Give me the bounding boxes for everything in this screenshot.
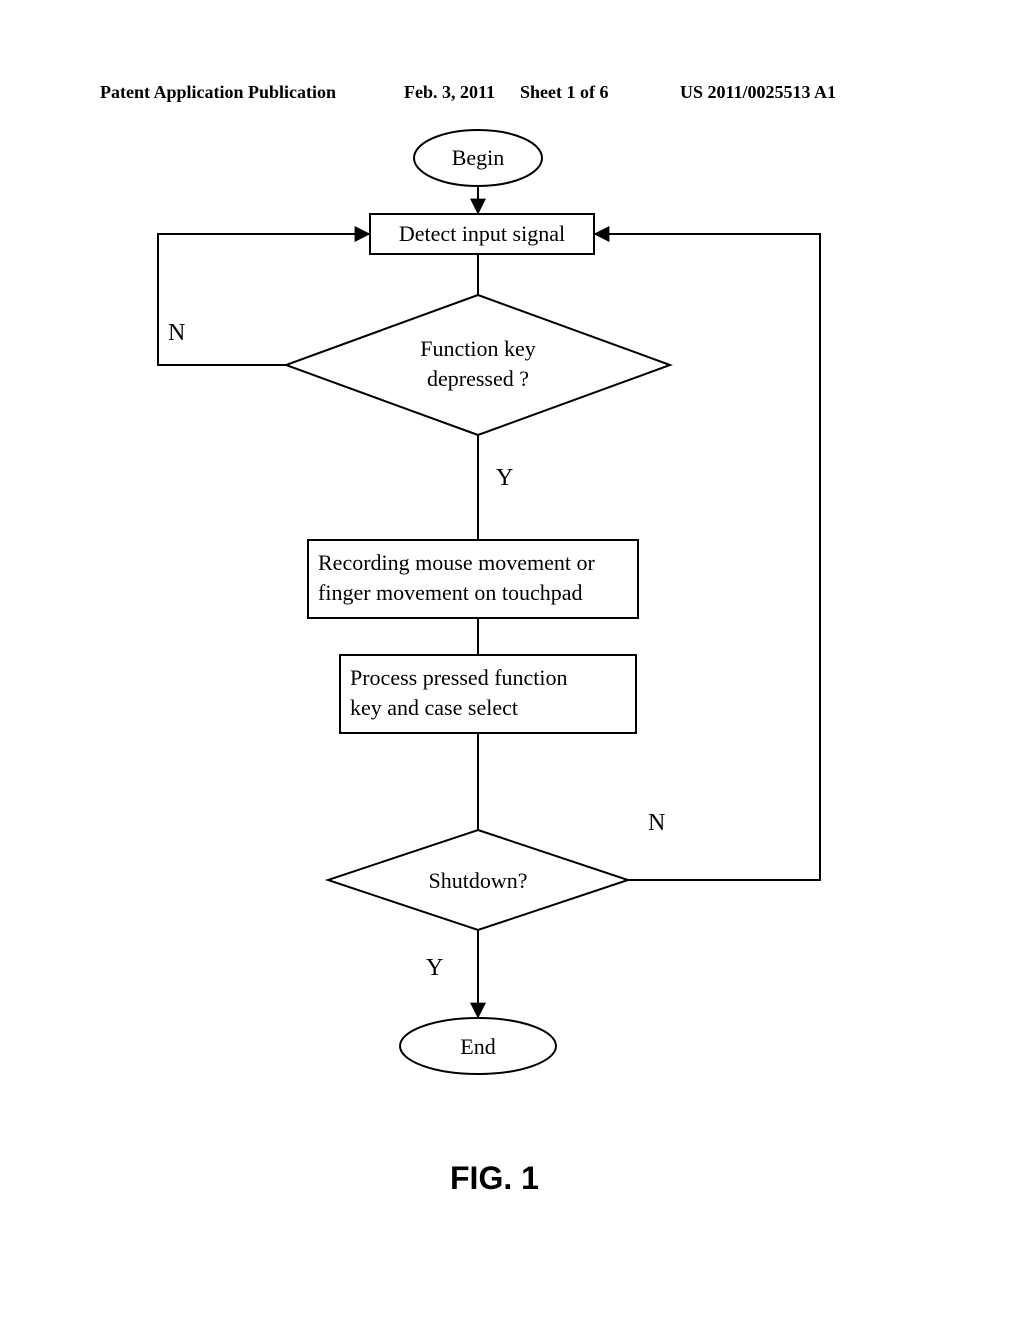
d1-no-label: N (168, 320, 185, 346)
d2-yes-label: Y (426, 955, 443, 981)
record-line1: Recording mouse movement or (318, 550, 595, 575)
end-label: End (460, 1034, 495, 1059)
process-line2: key and case select (350, 695, 518, 720)
detect-label: Detect input signal (399, 221, 565, 246)
decision1-line2: depressed ? (427, 366, 529, 391)
decision1-diamond (286, 295, 670, 435)
decision1-line1: Function key (420, 336, 536, 361)
flowchart: Begin Detect input signal Function key d… (0, 0, 1024, 1325)
begin-label: Begin (452, 145, 505, 170)
d2-no-label: N (648, 810, 665, 836)
figure-label: FIG. 1 (450, 1160, 539, 1197)
record-line2: finger movement on touchpad (318, 580, 583, 605)
page: Patent Application Publication Feb. 3, 2… (0, 0, 1024, 1320)
arrow-d2-no (595, 234, 820, 880)
d1-yes-label: Y (496, 465, 513, 491)
process-line1: Process pressed function (350, 665, 568, 690)
decision2-label: Shutdown? (429, 868, 528, 893)
